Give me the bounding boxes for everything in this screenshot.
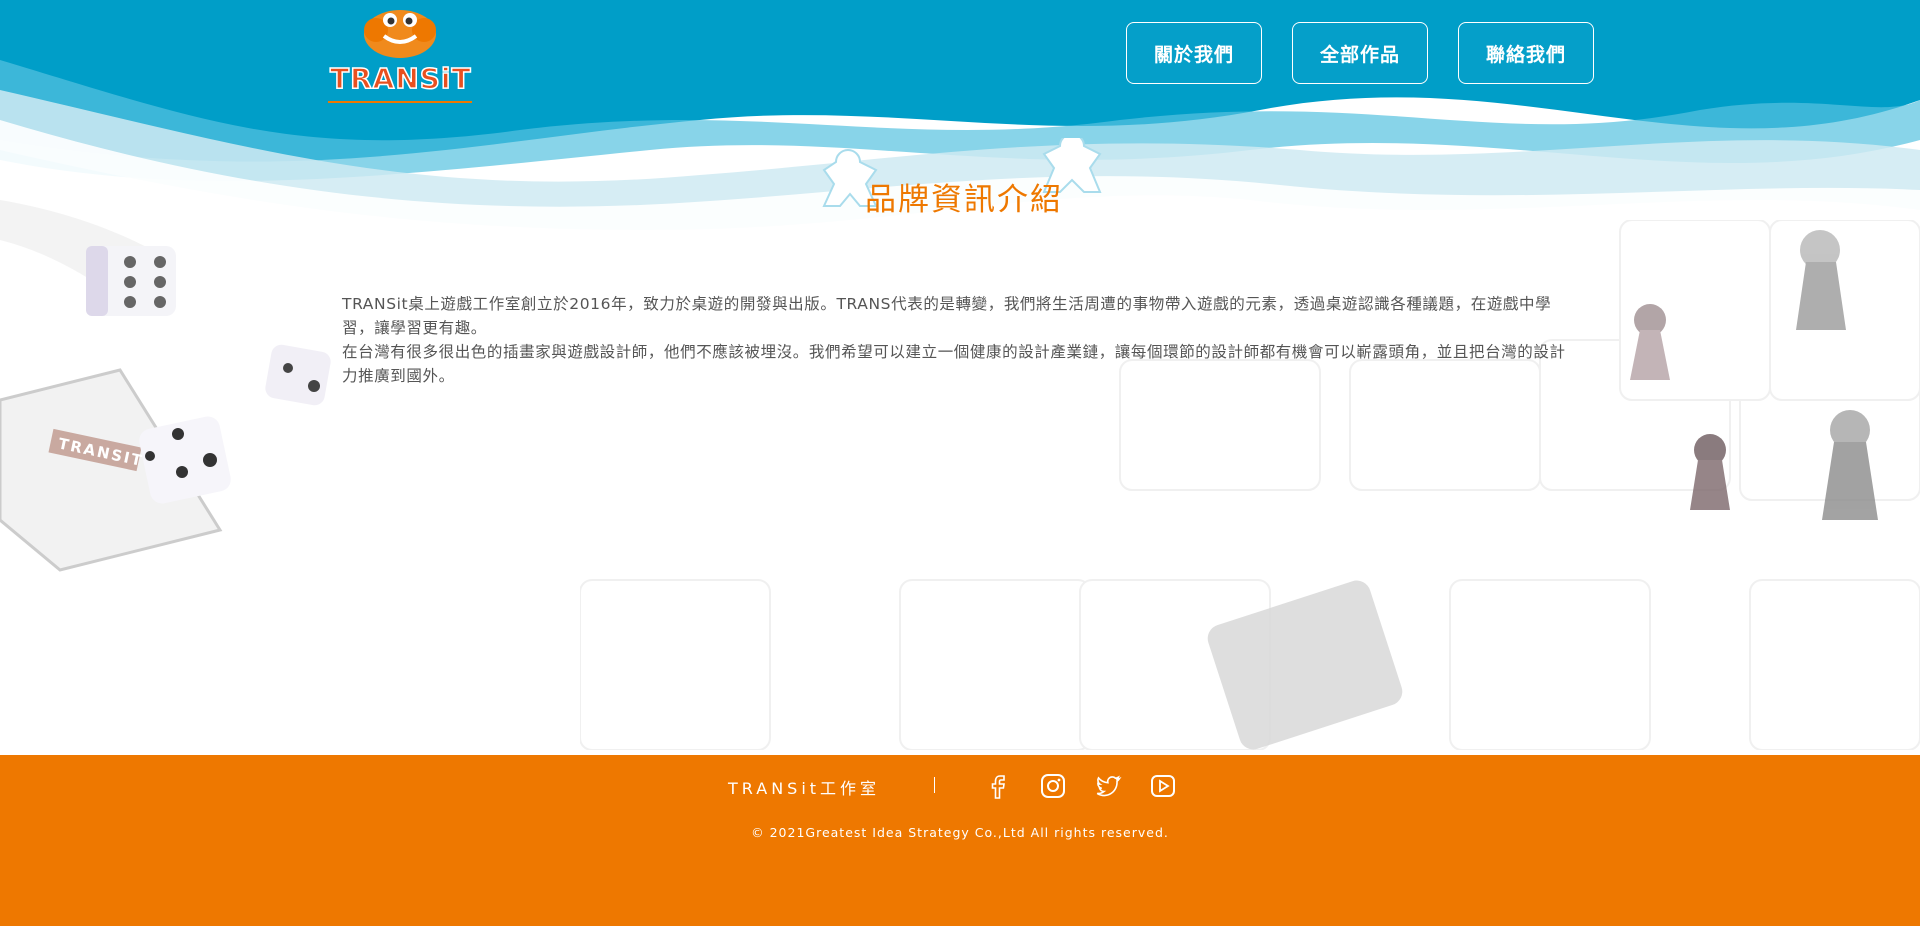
board-label: TRANSIT	[57, 434, 145, 470]
footer: TRANSit工作室 © 2021Greatest Idea Strategy …	[0, 755, 1920, 926]
transit-logo[interactable]: TRANSiT	[324, 4, 476, 104]
section-title-block: 品牌資訊介紹	[806, 138, 1120, 228]
youtube-icon[interactable]	[1149, 772, 1177, 800]
facebook-icon[interactable]	[984, 772, 1012, 800]
page-title: 品牌資訊介紹	[865, 182, 1063, 218]
brand-description: TRANSit桌上遊戲工作室創立於2016年，致力於桌遊的開發與出版。TRANS…	[342, 292, 1572, 388]
nav-works-button[interactable]: 全部作品	[1292, 22, 1428, 84]
nav-contact-button[interactable]: 聯絡我們	[1458, 22, 1594, 84]
nav-about-button[interactable]: 關於我們	[1126, 22, 1262, 84]
twitter-icon[interactable]	[1094, 772, 1122, 800]
paragraph-vision: 在台灣有很多很出色的插畫家與遊戲設計師，他們不應該被埋沒。我們希望可以建立一個健…	[342, 343, 1566, 385]
logo-text: TRANSiT	[329, 61, 472, 96]
paragraph-intro: TRANSit桌上遊戲工作室創立於2016年，致力於桌遊的開發與出版。TRANS…	[342, 295, 1552, 337]
footer-divider	[934, 777, 935, 793]
copyright-text: © 2021Greatest Idea Strategy Co.,Ltd All…	[751, 825, 1169, 840]
instagram-icon[interactable]	[1039, 772, 1067, 800]
footer-brand: TRANSit工作室	[728, 779, 881, 798]
